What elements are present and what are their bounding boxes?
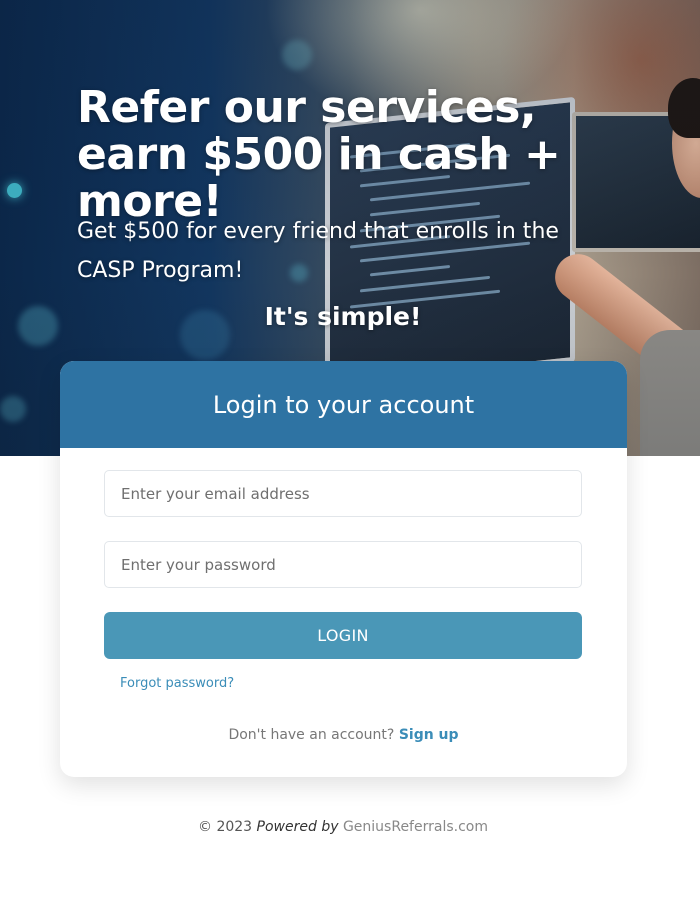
- login-button[interactable]: LOGIN: [104, 612, 582, 659]
- hero-title: Refer our services, earn $500 in cash + …: [77, 82, 561, 227]
- footer-brand-link[interactable]: GeniusReferrals.com: [343, 819, 488, 835]
- footer-copyright: © 2023: [198, 819, 253, 835]
- password-field[interactable]: [104, 541, 582, 588]
- footer: © 2023 Powered by GeniusReferrals.com: [0, 819, 686, 835]
- hero-subtitle: Get $500 for every friend that enrolls i…: [77, 219, 559, 283]
- hero-tagline: It's simple!: [264, 302, 422, 331]
- forgot-password-link[interactable]: Forgot password?: [120, 676, 234, 691]
- signup-link[interactable]: Sign up: [399, 727, 459, 743]
- footer-powered-by: Powered by: [256, 819, 339, 835]
- login-card-header: Login to your account: [60, 361, 627, 448]
- email-field[interactable]: [104, 470, 582, 517]
- signup-prompt: Don't have an account?: [228, 727, 395, 743]
- login-card: Login to your account LOGIN Forgot passw…: [60, 361, 627, 777]
- signup-row: Don't have an account? Sign up: [60, 727, 627, 743]
